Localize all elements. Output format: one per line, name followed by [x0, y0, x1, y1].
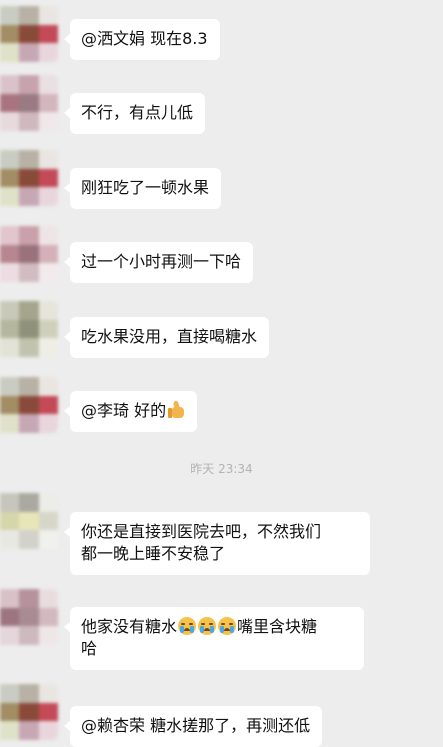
message-text: 刚狂吃了一顿水果 [81, 178, 210, 197]
message-text: 他家没有糖水 [81, 617, 178, 636]
message-text: @赖杏荣 糖水搓那了，再测还低 [81, 716, 311, 735]
avatar[interactable] [0, 6, 58, 62]
message-bubble[interactable]: @李琦 好的 [63, 391, 198, 432]
message-text: 哈 [81, 639, 98, 658]
avatar[interactable] [0, 150, 58, 206]
message-bubble[interactable]: 吃水果没用，直接喝糖水 [63, 317, 270, 358]
message-text: @洒文娟 现在8.3 [81, 29, 208, 48]
message-text: @李琦 好的 [81, 401, 167, 420]
message-bubble[interactable]: 不行，有点儿低 [63, 93, 206, 134]
message-text: 过一个小时再测一下哈 [81, 252, 242, 271]
message-text: 吃水果没用，直接喝糖水 [81, 327, 258, 346]
crying-face-icon [198, 617, 217, 635]
message-text: 嘴里含块糖 [237, 617, 318, 636]
message-bubble[interactable]: 刚狂吃了一顿水果 [63, 168, 222, 209]
avatar[interactable] [0, 301, 58, 357]
timestamp-divider: 昨天 23:34 [190, 462, 253, 476]
avatar[interactable] [0, 589, 58, 645]
message-bubble[interactable]: 过一个小时再测一下哈 [63, 242, 254, 283]
message-text: 不行，有点儿低 [81, 103, 194, 122]
chat-message-list[interactable]: @洒文娟 现在8.3 不行，有点儿低 刚狂吃了一顿水果 过一个小时再测一下哈 吃… [0, 0, 443, 747]
avatar[interactable] [0, 377, 58, 433]
thumbs-up-icon [167, 400, 185, 419]
message-bubble[interactable]: 你还是直接到医院去吧，不然我们 都一晚上睡不安稳了 [64, 512, 370, 575]
message-text: 都一晚上睡不安稳了 [81, 544, 226, 563]
avatar[interactable] [0, 75, 58, 131]
message-bubble[interactable]: @洒文娟 现在8.3 [64, 19, 220, 60]
avatar[interactable] [0, 226, 58, 282]
crying-face-icon [218, 617, 237, 635]
crying-face-icon [178, 617, 197, 635]
avatar[interactable] [0, 684, 58, 740]
avatar[interactable] [0, 493, 58, 549]
message-text: 你还是直接到医院去吧，不然我们 [81, 522, 322, 541]
message-bubble[interactable]: 他家没有糖水 嘴里含块糖 哈 [64, 607, 364, 670]
